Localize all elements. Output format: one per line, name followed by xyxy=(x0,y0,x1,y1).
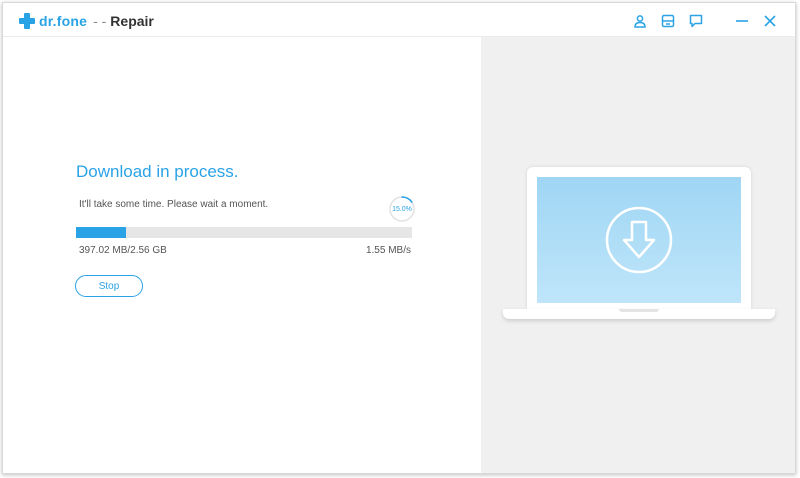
brand-name: dr.fone xyxy=(39,13,88,29)
brand: dr.fone - - Repair xyxy=(19,11,154,31)
download-arrow-icon xyxy=(605,206,673,274)
stop-button[interactable]: Stop xyxy=(75,275,143,297)
feedback-icon[interactable] xyxy=(687,12,705,30)
title-bar-controls xyxy=(621,11,779,31)
drfone-logo-icon xyxy=(19,13,35,29)
app-window: dr.fone - - Repair Download in process. … xyxy=(2,2,796,474)
progress-percent: 15.0% xyxy=(392,205,412,213)
download-heading: Download in process. xyxy=(76,162,239,181)
laptop-lid xyxy=(527,167,751,309)
download-speed: 1.55 MB/s xyxy=(365,245,411,256)
title-bar: dr.fone - - Repair xyxy=(3,3,795,37)
progress-bar xyxy=(76,227,412,238)
laptop-screen xyxy=(537,177,741,303)
laptop-illustration xyxy=(503,167,777,327)
illustration-panel xyxy=(481,37,795,473)
laptop-notch xyxy=(619,309,659,312)
laptop-base xyxy=(503,309,775,319)
download-size: 397.02 MB/2.56 GB xyxy=(79,245,167,256)
user-icon[interactable] xyxy=(631,12,649,30)
minimize-icon[interactable] xyxy=(733,12,751,30)
wait-message: It'll take some time. Please wait a mome… xyxy=(79,199,269,210)
download-panel: Download in process. It'll take some tim… xyxy=(3,37,481,473)
close-icon[interactable] xyxy=(761,12,779,30)
save-icon[interactable] xyxy=(659,12,677,30)
module-title: Repair xyxy=(110,13,154,29)
brand-separator: - - xyxy=(93,13,107,29)
progress-bar-fill xyxy=(76,227,127,238)
